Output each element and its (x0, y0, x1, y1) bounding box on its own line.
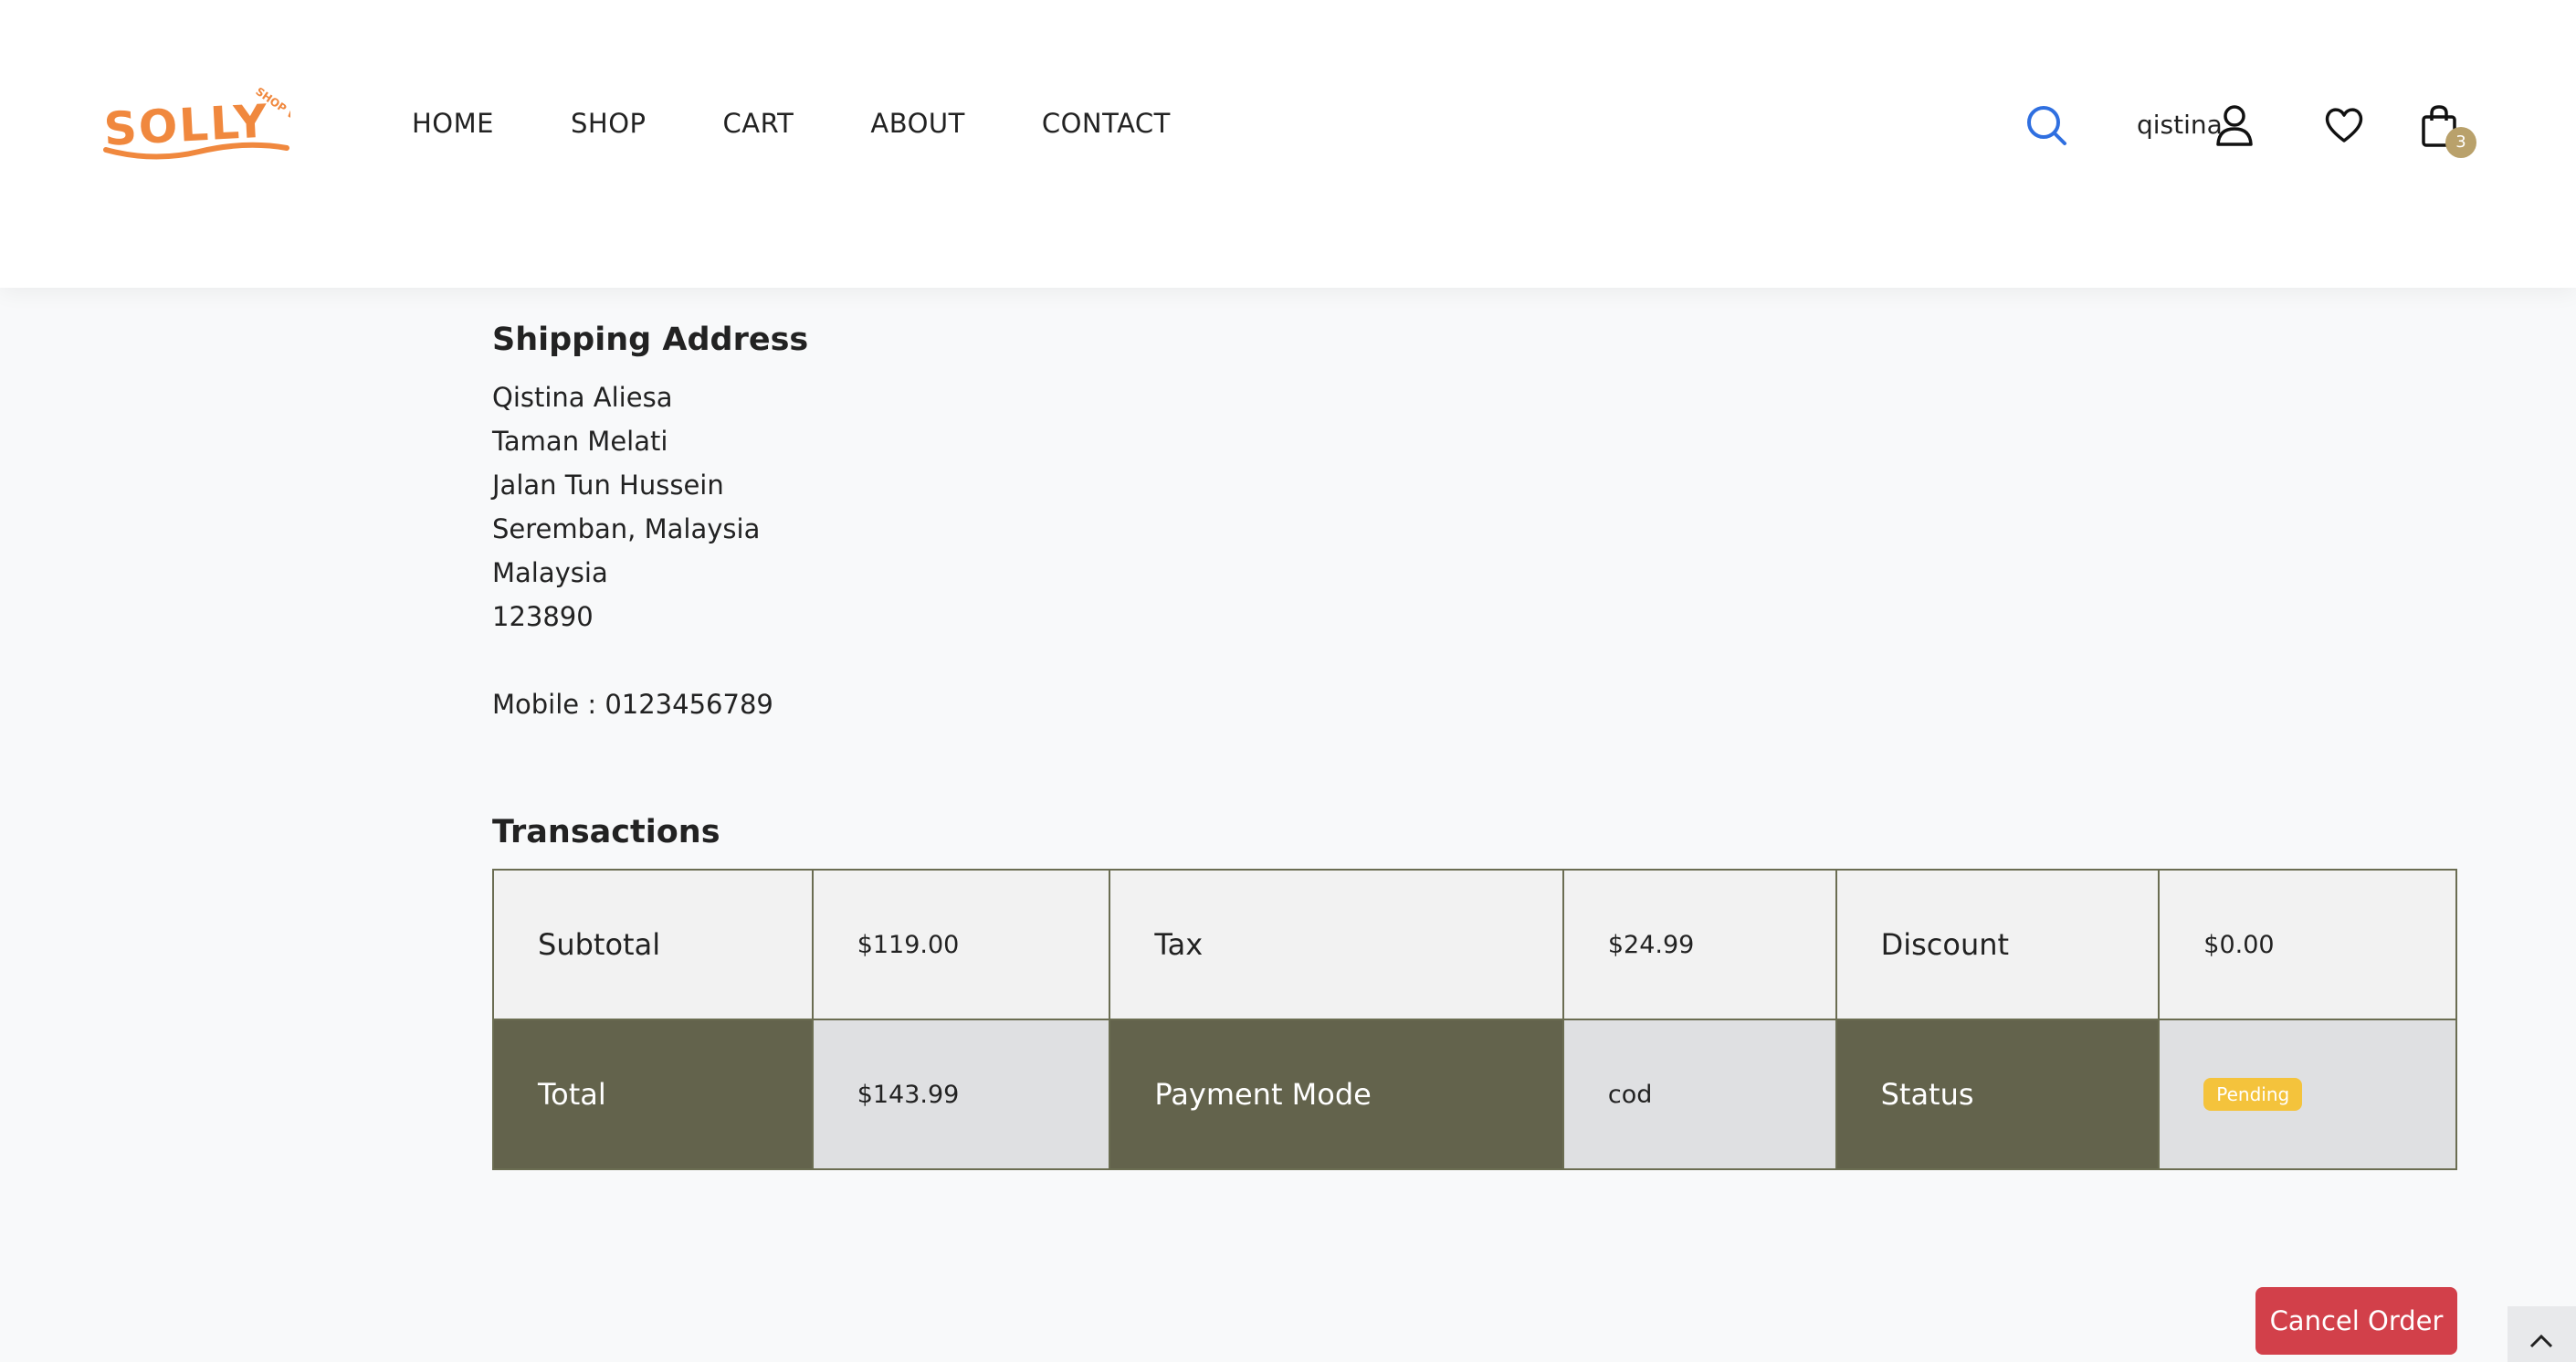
nav-cart[interactable]: CART (723, 108, 794, 139)
payment-mode-value: cod (1561, 1019, 1837, 1170)
transactions-table: Subtotal $119.00 Tax $24.99 Discount $0.… (492, 869, 2457, 1170)
address-line: Qistina Aliesa (492, 382, 673, 413)
status-label: Status (1835, 1019, 2161, 1170)
mobile-number: Mobile : 0123456789 (492, 689, 773, 720)
address-line: Taman Melati (492, 426, 668, 457)
search-icon[interactable] (2025, 104, 2067, 146)
subtotal-label: Subtotal (492, 869, 814, 1020)
nav-home[interactable]: HOME (412, 108, 494, 139)
address-line: Malaysia (492, 557, 608, 588)
cancel-order-button[interactable]: Cancel Order (2255, 1287, 2457, 1355)
solly-logo[interactable]: SOLLY SHOP WE (99, 84, 290, 168)
address-line: Jalan Tun Hussein (492, 470, 724, 501)
shipping-title: Shipping Address (492, 322, 809, 358)
heart-icon[interactable] (2324, 106, 2364, 144)
tax-value: $24.99 (1561, 869, 1837, 1020)
transactions-title: Transactions (492, 814, 720, 850)
subtotal-value: $119.00 (811, 869, 1111, 1020)
nav-contact[interactable]: CONTACT (1042, 108, 1171, 139)
user-icon[interactable] (2215, 104, 2254, 146)
discount-value: $0.00 (2158, 869, 2457, 1020)
nav-about[interactable]: ABOUT (870, 108, 965, 139)
table-row: Total $143.99 Payment Mode cod Status Pe… (492, 1019, 2457, 1170)
status-badge: Pending (2203, 1078, 2303, 1111)
total-value: $143.99 (811, 1019, 1111, 1170)
total-label: Total (492, 1019, 814, 1170)
main-nav: HOME SHOP CART ABOUT CONTACT (412, 108, 1247, 139)
chevron-up-icon (2529, 1334, 2553, 1348)
tax-label: Tax (1109, 869, 1564, 1020)
payment-mode-label: Payment Mode (1109, 1019, 1564, 1170)
scroll-to-top-button[interactable] (2508, 1306, 2576, 1362)
cart-count-badge: 3 (2445, 127, 2476, 158)
nav-shop[interactable]: SHOP (571, 108, 647, 139)
discount-label: Discount (1835, 869, 2161, 1020)
status-cell: Pending (2158, 1019, 2457, 1170)
address-line: Seremban, Malaysia (492, 513, 761, 544)
site-header: SOLLY SHOP WE HOME SHOP CART ABOUT CONTA… (0, 0, 2576, 288)
username[interactable]: qistina (2137, 110, 2223, 140)
address-postcode: 123890 (492, 601, 594, 632)
table-row: Subtotal $119.00 Tax $24.99 Discount $0.… (492, 869, 2457, 1020)
